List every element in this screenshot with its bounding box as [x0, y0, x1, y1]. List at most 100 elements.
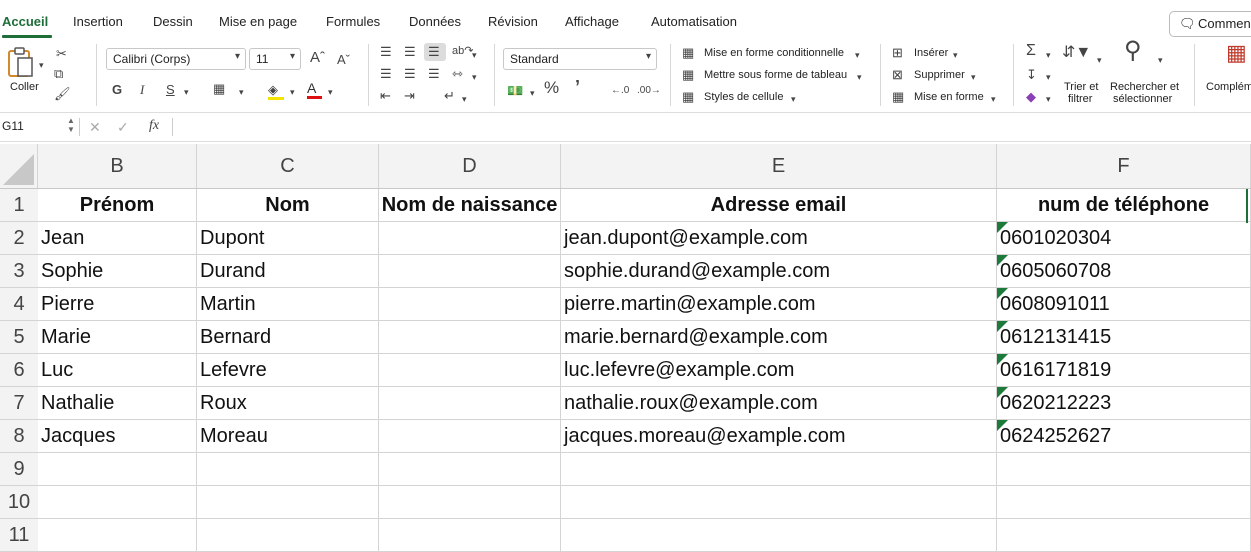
accounting-format-icon[interactable]: 💵	[507, 84, 523, 98]
function-icon[interactable]: fx	[149, 118, 159, 134]
tab-accueil[interactable]: Accueil	[2, 14, 48, 29]
number-format-dropdown[interactable]: Standard ▾	[503, 48, 657, 70]
cell-f1[interactable]: num de téléphone	[997, 189, 1251, 222]
cell-b7[interactable]: Nathalie	[38, 387, 197, 420]
chevron-down-icon[interactable]: ▾	[1046, 48, 1051, 62]
orientation-icon[interactable]: ab↷	[452, 44, 473, 58]
font-color-icon[interactable]: A	[307, 80, 323, 100]
chevron-down-icon[interactable]: ▾	[530, 86, 535, 100]
row-header-11[interactable]: 11	[0, 519, 38, 552]
sort-filter-label-1[interactable]: Trier et	[1064, 81, 1098, 93]
cell-f2[interactable]: 0601020304	[997, 222, 1251, 255]
find-select-label-1[interactable]: Rechercher et	[1110, 81, 1179, 93]
clear-icon[interactable]: ◆	[1026, 90, 1036, 104]
cancel-icon[interactable]: ✕	[89, 119, 101, 136]
chevron-down-icon[interactable]: ▾	[184, 85, 189, 99]
chevron-down-icon[interactable]: ▾	[290, 85, 295, 99]
cell-e9[interactable]	[561, 453, 997, 486]
number-as-text-warning-icon[interactable]	[997, 288, 1008, 299]
copy-icon[interactable]: ⧉	[54, 67, 63, 81]
cell-b3[interactable]: Sophie	[38, 255, 197, 288]
cell-d8[interactable]	[379, 420, 561, 453]
chevron-down-icon[interactable]: ▾	[971, 70, 976, 84]
cell-d11[interactable]	[379, 519, 561, 552]
chevron-down-icon[interactable]: ▾	[791, 92, 796, 106]
cell-c9[interactable]	[197, 453, 379, 486]
chevron-down-icon[interactable]: ▾	[239, 85, 244, 99]
cell-c11[interactable]	[197, 519, 379, 552]
find-select-label-2[interactable]: sélectionner	[1113, 93, 1172, 105]
row-header-9[interactable]: 9	[0, 453, 38, 486]
tab-automatisation[interactable]: Automatisation	[651, 14, 737, 29]
select-all-corner[interactable]	[0, 144, 38, 189]
comma-style-icon[interactable]: ’	[575, 78, 580, 96]
cell-f10[interactable]	[997, 486, 1251, 519]
chevron-down-icon[interactable]: ▾	[857, 70, 862, 84]
increase-indent-icon[interactable]: ⇥	[404, 89, 415, 103]
chevron-down-icon[interactable]: ▾	[328, 85, 333, 99]
row-header-3[interactable]: 3	[0, 255, 38, 288]
merge-center-icon[interactable]: ⇿	[452, 67, 463, 81]
cell-b1[interactable]: Prénom	[38, 189, 197, 222]
chevron-down-icon[interactable]: ▾	[472, 48, 477, 62]
bold-button[interactable]: G	[112, 83, 122, 97]
cell-f5[interactable]: 0612131415	[997, 321, 1251, 354]
chevron-down-icon[interactable]: ▾	[991, 92, 996, 106]
cell-d1[interactable]: Nom de naissance	[379, 189, 561, 222]
align-right-icon[interactable]: ☰	[428, 67, 440, 81]
chevron-down-icon[interactable]: ▾	[1046, 92, 1051, 106]
name-box[interactable]: G11	[0, 117, 76, 137]
row-header-10[interactable]: 10	[0, 486, 38, 519]
column-header-c[interactable]: C	[197, 144, 379, 189]
align-left-icon[interactable]: ☰	[380, 67, 392, 81]
cell-e4[interactable]: pierre.martin@example.com	[561, 288, 997, 321]
cell-b6[interactable]: Luc	[38, 354, 197, 387]
cell-f9[interactable]	[997, 453, 1251, 486]
comments-button[interactable]: 🗨 Commen	[1169, 11, 1251, 37]
delete-cells-button[interactable]: Supprimer	[914, 69, 965, 81]
borders-icon[interactable]: ▦	[213, 82, 225, 96]
sort-filter-label-2[interactable]: filtrer	[1068, 93, 1092, 105]
cell-b4[interactable]: Pierre	[38, 288, 197, 321]
cell-c2[interactable]: Dupont	[197, 222, 379, 255]
cell-e3[interactable]: sophie.durand@example.com	[561, 255, 997, 288]
cell-d5[interactable]	[379, 321, 561, 354]
format-cells-button[interactable]: Mise en forme	[914, 91, 984, 103]
cell-c6[interactable]: Lefevre	[197, 354, 379, 387]
increase-decimal-icon[interactable]: ←.0	[611, 84, 629, 98]
number-as-text-warning-icon[interactable]	[997, 354, 1008, 365]
decrease-indent-icon[interactable]: ⇤	[380, 89, 391, 103]
chevron-down-icon[interactable]: ▾	[462, 92, 467, 106]
row-header-6[interactable]: 6	[0, 354, 38, 387]
align-center-icon[interactable]: ☰	[404, 67, 416, 81]
wrap-text-icon[interactable]: ↵	[444, 89, 455, 103]
align-middle-icon[interactable]: ☰	[404, 45, 416, 59]
row-header-4[interactable]: 4	[0, 288, 38, 321]
number-as-text-warning-icon[interactable]	[997, 222, 1008, 233]
cell-d6[interactable]	[379, 354, 561, 387]
cell-e2[interactable]: jean.dupont@example.com	[561, 222, 997, 255]
tab-affichage[interactable]: Affichage	[565, 14, 619, 29]
row-header-7[interactable]: 7	[0, 387, 38, 420]
chevron-down-icon[interactable]: ▾	[472, 70, 477, 84]
cell-d7[interactable]	[379, 387, 561, 420]
cell-e11[interactable]	[561, 519, 997, 552]
cell-e7[interactable]: nathalie.roux@example.com	[561, 387, 997, 420]
tab-insertion[interactable]: Insertion	[73, 14, 123, 29]
column-header-d[interactable]: D	[379, 144, 561, 189]
cell-c5[interactable]: Bernard	[197, 321, 379, 354]
cell-b8[interactable]: Jacques	[38, 420, 197, 453]
cell-f8[interactable]: 0624252627	[997, 420, 1251, 453]
row-header-1[interactable]: 1	[0, 189, 38, 222]
chevron-down-icon[interactable]: ▾	[1158, 53, 1163, 67]
cell-styles-button[interactable]: Styles de cellule	[704, 91, 784, 103]
fill-icon[interactable]: ↧	[1026, 68, 1037, 82]
sort-filter-icon[interactable]: ⇵▼	[1062, 45, 1091, 61]
cell-e1[interactable]: Adresse email	[561, 189, 997, 222]
cell-d4[interactable]	[379, 288, 561, 321]
cell-c1[interactable]: Nom	[197, 189, 379, 222]
formula-input[interactable]	[178, 119, 1238, 137]
insert-cells-button[interactable]: Insérer	[914, 47, 948, 59]
paste-chevron-icon[interactable]: ▾	[39, 58, 44, 72]
cell-f11[interactable]	[997, 519, 1251, 552]
